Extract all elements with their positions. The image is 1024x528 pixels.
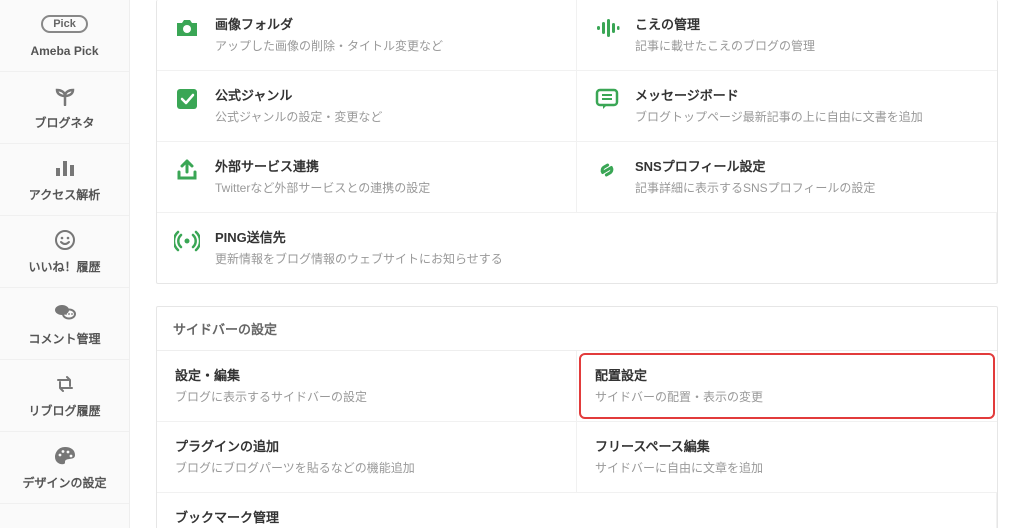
reblog-icon [51, 370, 79, 398]
sidebar-item-label: コメント管理 [28, 332, 100, 346]
sidebar-item-label: ブログネタ [34, 116, 94, 130]
sidebar-item-blog-neta[interactable]: ブログネタ [0, 72, 129, 144]
setting-title: 設定・編集 [175, 365, 558, 384]
setting-desc: ブログトップページ最新記事の上に自由に文書を追加 [635, 108, 923, 125]
settings-grid: 画像フォルダ アップした画像の削除・タイトル変更など こえの管理 記事に載せたこ… [157, 0, 997, 283]
pick-icon: Pick [51, 10, 79, 38]
setting-desc: 記事に載せたこえのブログの管理 [635, 37, 815, 54]
sidebar-item-reblog-history[interactable]: リブログ履歴 [0, 360, 129, 432]
left-sidebar: Pick Ameba Pick ブログネタ アクセス解析 いいね！履歴 コメ [0, 0, 130, 528]
sidebar-item-like-history[interactable]: いいね！履歴 [0, 216, 129, 288]
setting-title: メッセージボード [635, 85, 923, 104]
comments-icon [51, 298, 79, 326]
sidebar-item-label: Ameba Pick [30, 44, 98, 58]
setting-title: プラグインの追加 [175, 436, 558, 455]
sidebar-setting-plugin[interactable]: プラグインの追加 ブログにブログパーツを貼るなどの機能追加 [157, 422, 577, 493]
audio-icon [593, 14, 621, 42]
setting-desc: 公式ジャンルの設定・変更など [215, 108, 382, 125]
setting-title: SNSプロフィール設定 [635, 156, 875, 175]
main-content: 画像フォルダ アップした画像の削除・タイトル変更など こえの管理 記事に載せたこ… [130, 0, 1024, 528]
broadcast-icon [173, 227, 201, 255]
sidebar-item-label: デザインの設定 [22, 476, 106, 490]
section-header: サイドバーの設定 [157, 307, 997, 351]
setting-title: ブックマーク管理 [175, 507, 978, 526]
message-icon [593, 85, 621, 113]
sidebar-setting-layout[interactable]: 配置設定 サイドバーの配置・表示の変更 [577, 351, 997, 422]
setting-desc: Twitterなど外部サービスとの連携の設定 [215, 179, 430, 196]
setting-desc: ブログにブログパーツを貼るなどの機能追加 [175, 459, 558, 476]
setting-desc: アップした画像の削除・タイトル変更など [215, 37, 443, 54]
setting-title: こえの管理 [635, 14, 815, 33]
smile-icon [51, 226, 79, 254]
setting-desc: サイドバーの配置・表示の変更 [595, 388, 979, 405]
settings-top-card: 画像フォルダ アップした画像の削除・タイトル変更など こえの管理 記事に載せたこ… [156, 0, 998, 284]
setting-desc: ブログに表示するサイドバーの設定 [175, 388, 558, 405]
sprout-icon [51, 82, 79, 110]
sidebar-item-ameba-pick[interactable]: Pick Ameba Pick [0, 0, 129, 72]
setting-external-services[interactable]: 外部サービス連携 Twitterなど外部サービスとの連携の設定 [157, 142, 577, 213]
sidebar-setting-edit[interactable]: 設定・編集 ブログに表示するサイドバーの設定 [157, 351, 577, 422]
setting-desc: サイドバーに自由に文章を追加 [595, 459, 979, 476]
setting-title: 外部サービス連携 [215, 156, 430, 175]
setting-official-genre[interactable]: 公式ジャンル 公式ジャンルの設定・変更など [157, 71, 577, 142]
sidebar-item-label: アクセス解析 [29, 188, 100, 202]
setting-title: 公式ジャンル [215, 85, 382, 104]
sidebar-setting-freespace[interactable]: フリースペース編集 サイドバーに自由に文章を追加 [577, 422, 997, 493]
sidebar-setting-bookmark[interactable]: ブックマーク管理 お気に入りのサイトを登録してサイドバーに表示 [157, 493, 997, 528]
setting-title: PING送信先 [215, 227, 503, 246]
camera-icon [173, 14, 201, 42]
palette-icon [51, 442, 79, 470]
setting-desc: 更新情報をブログ情報のウェブサイトにお知らせする [215, 250, 503, 267]
setting-title: フリースペース編集 [595, 436, 979, 455]
upload-icon [173, 156, 201, 184]
setting-desc: 記事詳細に表示するSNSプロフィールの設定 [635, 179, 875, 196]
sidebar-item-label: いいね！履歴 [28, 260, 100, 274]
setting-ping[interactable]: PING送信先 更新情報をブログ情報のウェブサイトにお知らせする [157, 213, 997, 283]
sidebar-settings-grid: 設定・編集 ブログに表示するサイドバーの設定 配置設定 サイドバーの配置・表示の… [157, 351, 997, 528]
sidebar-item-label: リブログ履歴 [28, 404, 100, 418]
sidebar-item-comment-manage[interactable]: コメント管理 [0, 288, 129, 360]
link-icon [593, 156, 621, 184]
setting-image-folder[interactable]: 画像フォルダ アップした画像の削除・タイトル変更など [157, 0, 577, 71]
setting-title: 画像フォルダ [215, 14, 443, 33]
sidebar-item-design-settings[interactable]: デザインの設定 [0, 432, 129, 504]
setting-sns-profile[interactable]: SNSプロフィール設定 記事詳細に表示するSNSプロフィールの設定 [577, 142, 997, 213]
checkbox-icon [173, 85, 201, 113]
setting-voice-manage[interactable]: こえの管理 記事に載せたこえのブログの管理 [577, 0, 997, 71]
setting-message-board[interactable]: メッセージボード ブログトップページ最新記事の上に自由に文書を追加 [577, 71, 997, 142]
sidebar-settings-card: サイドバーの設定 設定・編集 ブログに表示するサイドバーの設定 配置設定 サイド… [156, 306, 998, 528]
sidebar-item-access-analytics[interactable]: アクセス解析 [0, 144, 129, 216]
bar-chart-icon [51, 154, 79, 182]
setting-title: 配置設定 [595, 365, 979, 384]
